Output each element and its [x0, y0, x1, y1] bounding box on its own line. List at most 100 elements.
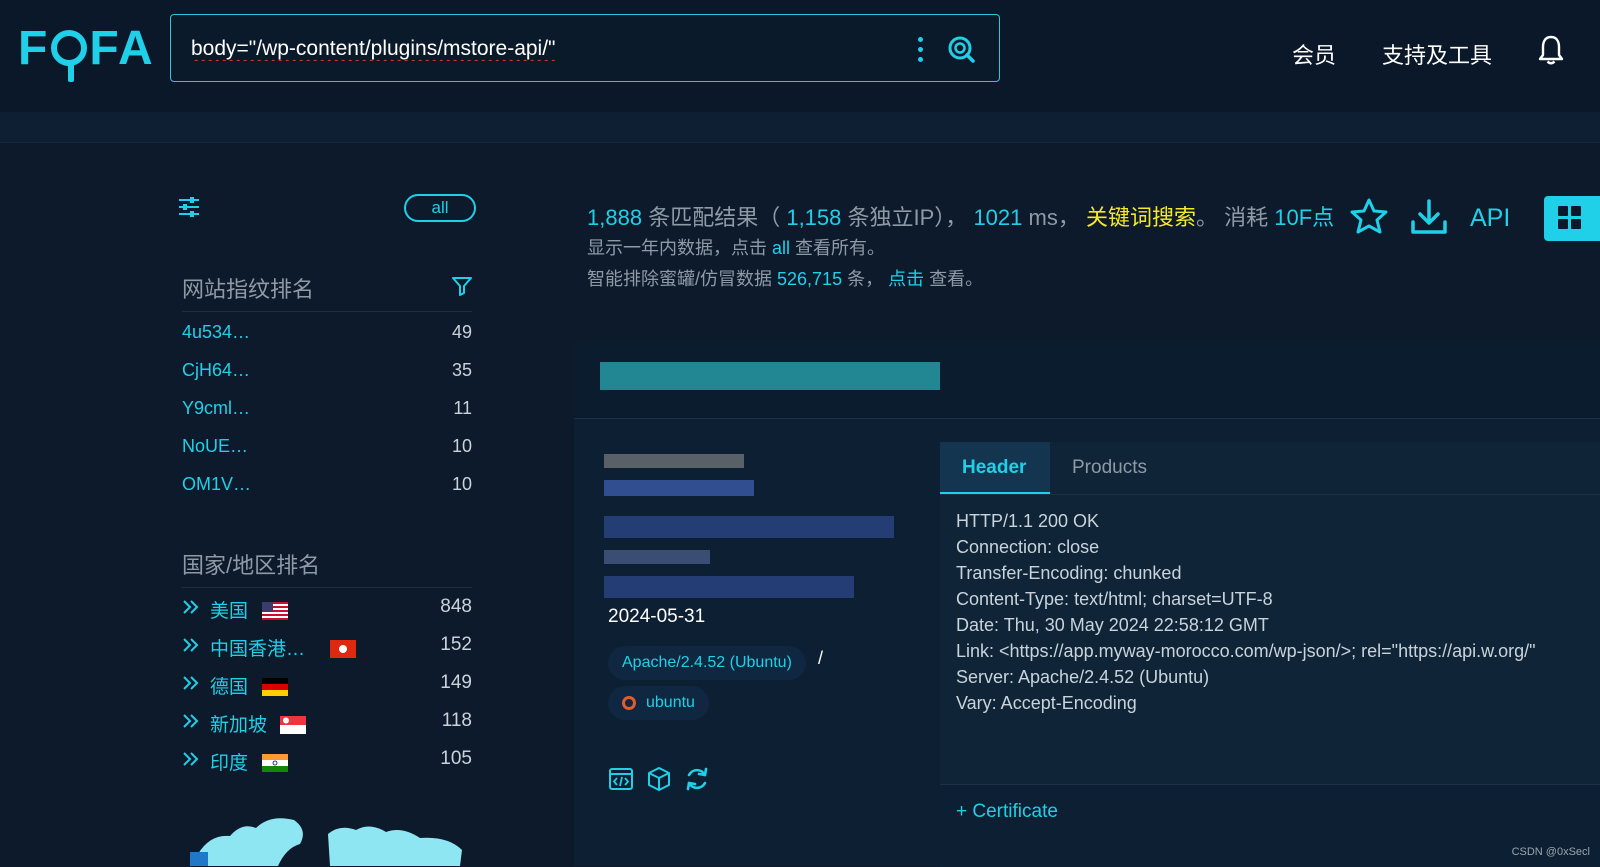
cost-label: 消耗	[1224, 205, 1269, 230]
country-item-us[interactable]: 美国 848	[182, 594, 472, 624]
plus-icon: +	[956, 801, 968, 822]
chevrons-right-icon	[183, 600, 199, 614]
fingerprint-count: 11	[453, 398, 472, 418]
watermark: CSDN @0xSecl	[1511, 846, 1590, 858]
world-map	[190, 818, 462, 866]
country-count: 152	[440, 634, 472, 655]
fingerprint-label: CjH64…	[182, 360, 251, 380]
fingerprint-rank-title: 网站指纹排名	[182, 277, 315, 302]
country-count: 848	[440, 596, 472, 617]
tab-products[interactable]: Products	[1050, 442, 1169, 494]
header-line: Link: <https://app.myway-morocco.com/wp-…	[956, 641, 1536, 661]
redacted-host[interactable]	[600, 362, 940, 390]
search-input[interactable]	[189, 33, 893, 65]
fingerprint-count: 10	[451, 474, 472, 494]
header-line: Server: Apache/2.4.52 (Ubuntu)	[956, 667, 1210, 687]
chevrons-right-icon	[183, 752, 199, 766]
header-line: Content-Type: text/html; charset=UTF-8	[956, 589, 1273, 609]
header-line: HTTP/1.1 200 OK	[956, 511, 1100, 531]
sg-flag-icon	[280, 716, 306, 734]
country-item-de[interactable]: 德国 149	[182, 670, 472, 700]
logo-letters-fa: FA	[89, 21, 155, 75]
certificate-label: Certificate	[972, 801, 1058, 822]
divider	[182, 587, 472, 588]
more-options-icon[interactable]	[917, 37, 923, 63]
fingerprint-item[interactable]: Y9cml… 11	[182, 394, 472, 424]
ip-label: 条独立IP），	[847, 205, 968, 230]
refresh-icon[interactable]	[684, 766, 710, 792]
tab-divider	[940, 494, 1600, 495]
country-label: 中国香港…	[210, 639, 306, 660]
certificate-bar: + Certificate	[940, 784, 1600, 867]
fingerprint-count: 10	[451, 436, 472, 456]
country-count: 118	[441, 710, 472, 731]
nav-member[interactable]: 会员	[1292, 38, 1336, 70]
os-tag[interactable]: ubuntu	[608, 686, 709, 720]
all-link[interactable]: all	[772, 238, 790, 258]
country-item-sg[interactable]: 新加坡 118	[182, 708, 472, 738]
logo-letter-f: F	[18, 21, 50, 75]
download-icon[interactable]	[1410, 198, 1448, 236]
fingerprint-label: OM1V…	[182, 474, 252, 494]
bell-icon[interactable]	[1536, 34, 1566, 66]
os-tag-label: ubuntu	[646, 694, 695, 711]
honeypot-note: 智能排除蜜罐/仿冒数据 526,715 条， 点击 查看。	[587, 265, 983, 291]
hk-flag-icon	[330, 640, 356, 658]
redacted-asn	[604, 576, 854, 598]
note-text: 显示一年内数据，点击	[587, 238, 767, 258]
grid-view-button[interactable]	[1544, 196, 1600, 241]
record-date: 2024-05-31	[608, 606, 706, 627]
filter-settings-icon[interactable]	[178, 196, 200, 218]
api-link[interactable]: API	[1470, 204, 1510, 233]
header-line: Date: Thu, 30 May 2024 22:58:12 GMT	[956, 615, 1269, 635]
in-flag-icon	[262, 754, 288, 772]
country-count: 149	[440, 672, 472, 693]
fofa-logo[interactable]: F FA	[18, 18, 155, 82]
certificate-toggle[interactable]: + Certificate	[956, 801, 1058, 823]
cube-icon[interactable]	[646, 766, 672, 792]
header-line: Vary: Accept-Encoding	[956, 693, 1137, 713]
nav-tools[interactable]: 支持及工具	[1382, 38, 1492, 70]
funnel-filter-icon[interactable]	[452, 276, 472, 296]
fingerprint-label: NoUE…	[182, 436, 249, 456]
fingerprint-item[interactable]: 4u534… 49	[182, 318, 472, 348]
fingerprint-item[interactable]: OM1V… 10	[182, 470, 472, 500]
time-value: 1021	[973, 205, 1023, 230]
time-range-note: 显示一年内数据，点击 all 查看所有。	[587, 234, 885, 260]
tab-header[interactable]: Header	[940, 442, 1050, 494]
redacted-location	[604, 516, 894, 538]
result-card-header	[574, 342, 1600, 419]
keyword-search-link[interactable]: 关键词搜索	[1086, 205, 1196, 230]
fingerprint-label: Y9cml…	[182, 398, 251, 418]
server-tag[interactable]: Apache/2.4.52 (Ubuntu)	[608, 646, 806, 680]
search-box	[170, 14, 1000, 82]
country-item-in[interactable]: 印度 105	[182, 746, 472, 776]
tag-separator: /	[818, 648, 824, 668]
star-icon[interactable]	[1350, 198, 1388, 234]
divider	[182, 311, 472, 312]
country-label: 美国	[210, 601, 249, 622]
chevrons-right-icon	[183, 714, 199, 728]
fingerprint-item[interactable]: CjH64… 35	[182, 356, 472, 386]
country-label: 印度	[210, 753, 249, 774]
country-item-hk[interactable]: 中国香港… 152	[182, 632, 472, 662]
http-header-text: HTTP/1.1 200 OK Connection: close Transf…	[956, 508, 1536, 716]
excluded-count: 526,715	[777, 269, 843, 289]
fingerprint-count: 49	[451, 322, 472, 342]
period: 。	[1195, 205, 1218, 230]
fingerprint-item[interactable]: NoUE… 10	[182, 432, 472, 462]
results-summary: 1,888 条匹配结果（ 1,158 条独立IP）， 1021 ms， 关键词搜…	[587, 200, 1334, 232]
click-link[interactable]: 点击	[888, 269, 924, 289]
redacted-ip	[604, 454, 744, 468]
note-text: 条，	[847, 269, 884, 289]
chevrons-right-icon	[183, 638, 199, 652]
match-label: 条匹配结果（	[648, 205, 781, 230]
country-label: 新加坡	[210, 715, 268, 736]
country-count: 105	[440, 748, 472, 769]
note-text: 查看所有。	[795, 238, 886, 258]
code-icon[interactable]	[608, 766, 634, 792]
search-icon[interactable]	[947, 35, 975, 63]
all-toggle-button[interactable]: all	[404, 194, 476, 222]
note-text: 智能排除蜜罐/仿冒数据	[587, 269, 772, 289]
logo-search-icon	[51, 30, 88, 82]
